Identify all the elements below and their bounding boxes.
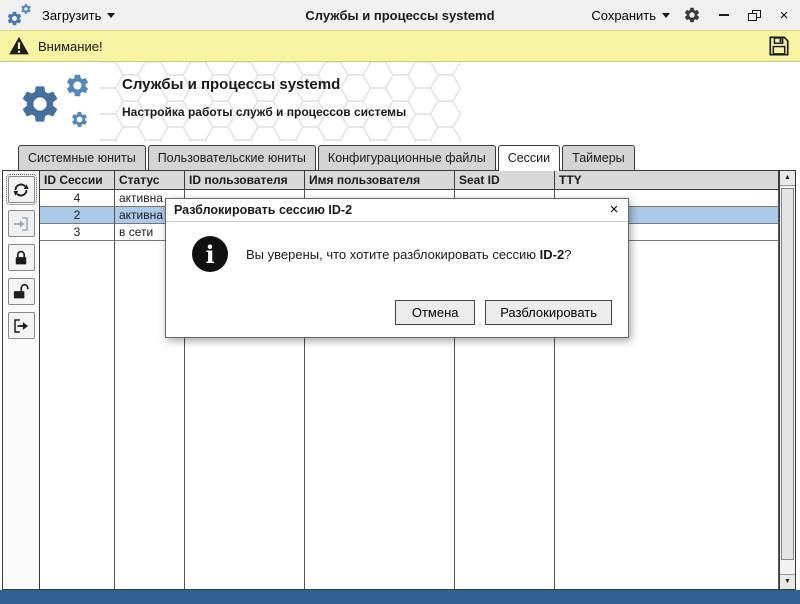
scrollbar-thumb[interactable] bbox=[781, 188, 794, 560]
warning-text: Внимание! bbox=[38, 39, 103, 54]
scroll-up-button[interactable]: ▲ bbox=[780, 171, 795, 186]
close-button[interactable]: × bbox=[774, 4, 794, 26]
minimize-icon bbox=[719, 14, 729, 16]
dialog-title: Разблокировать сессию ID-2 bbox=[174, 203, 604, 217]
floppy-disk-icon bbox=[768, 35, 790, 57]
column-header-user-id[interactable]: ID пользователя bbox=[185, 171, 305, 190]
lock-icon bbox=[12, 249, 30, 267]
column-header-seat-id[interactable]: Seat ID bbox=[455, 171, 555, 190]
unlock-icon bbox=[12, 283, 30, 301]
warning-banner: Внимание! bbox=[0, 30, 800, 62]
close-icon: × bbox=[780, 7, 789, 24]
terminate-session-button[interactable] bbox=[8, 312, 35, 339]
cell-session-id: 3 bbox=[40, 224, 115, 241]
footer-status-bar bbox=[0, 590, 800, 604]
save-menu-label: Сохранить bbox=[591, 8, 656, 23]
load-menu-label: Загрузить bbox=[42, 8, 101, 23]
save-menu-button[interactable]: Сохранить bbox=[591, 8, 670, 23]
chevron-down-icon bbox=[107, 13, 115, 18]
dialog-message: Вы уверены, что хотите разблокировать се… bbox=[246, 247, 571, 262]
unlock-button[interactable]: Разблокировать bbox=[485, 300, 612, 325]
save-file-button[interactable] bbox=[766, 33, 792, 59]
dialog-body: i Вы уверены, что хотите разблокировать … bbox=[166, 222, 628, 272]
vertical-scrollbar[interactable]: ▲ ▼ bbox=[779, 171, 795, 589]
titlebar-right: Сохранить × bbox=[591, 3, 794, 27]
chevron-down-icon bbox=[662, 13, 670, 18]
page-title: Службы и процессы systemd bbox=[122, 76, 406, 93]
close-icon: × bbox=[610, 201, 619, 218]
dialog-buttons: Отмена Разблокировать bbox=[166, 300, 628, 325]
tab-system-units[interactable]: Системные юниты bbox=[18, 145, 146, 170]
column-header-status[interactable]: Статус bbox=[115, 171, 185, 190]
dialog-titlebar: Разблокировать сессию ID-2 × bbox=[166, 199, 628, 222]
page-subtitle: Настройка работы служб и процессов систе… bbox=[122, 105, 406, 119]
settings-gear-icon[interactable] bbox=[680, 3, 704, 27]
app-logo-large-icon bbox=[16, 70, 108, 134]
info-icon: i bbox=[192, 236, 228, 272]
load-menu-button[interactable]: Загрузить bbox=[42, 8, 115, 23]
dialog-close-button[interactable]: × bbox=[604, 200, 624, 220]
side-toolbar bbox=[3, 171, 40, 589]
logout-arrow-icon bbox=[12, 317, 30, 335]
column-header-tty[interactable]: TTY bbox=[555, 171, 779, 190]
header-text: Службы и процессы systemd Настройка рабо… bbox=[122, 76, 406, 119]
tab-sessions[interactable]: Сессии bbox=[498, 145, 560, 171]
maximize-icon bbox=[748, 10, 761, 21]
minimize-button[interactable] bbox=[714, 4, 734, 26]
refresh-icon bbox=[12, 181, 30, 199]
unlock-session-button[interactable] bbox=[8, 278, 35, 305]
tab-timers[interactable]: Таймеры bbox=[562, 145, 635, 170]
attach-session-button[interactable] bbox=[8, 210, 35, 237]
titlebar: Загрузить Службы и процессы systemd Сохр… bbox=[0, 0, 800, 30]
app-header: Службы и процессы systemd Настройка рабо… bbox=[0, 62, 800, 142]
scroll-down-button[interactable]: ▼ bbox=[780, 574, 795, 589]
tab-bar: Системные юниты Пользовательские юниты К… bbox=[0, 143, 800, 170]
lock-session-button[interactable] bbox=[8, 244, 35, 271]
cell-session-id: 4 bbox=[40, 190, 115, 207]
tab-user-units[interactable]: Пользовательские юниты bbox=[148, 145, 316, 170]
tab-config-files[interactable]: Конфигурационные файлы bbox=[318, 145, 496, 170]
titlebar-left: Загрузить bbox=[6, 3, 115, 27]
column-header-session-id[interactable]: ID Сессии bbox=[40, 171, 115, 190]
maximize-button[interactable] bbox=[744, 4, 764, 26]
app-logo-icon bbox=[6, 3, 32, 27]
warning-icon bbox=[8, 35, 30, 57]
cell-session-id: 2 bbox=[40, 207, 115, 224]
cancel-button[interactable]: Отмена bbox=[395, 300, 475, 325]
refresh-button[interactable] bbox=[8, 176, 35, 203]
login-arrow-icon bbox=[12, 215, 30, 233]
unlock-session-dialog: Разблокировать сессию ID-2 × i Вы уверен… bbox=[165, 198, 629, 338]
column-header-username[interactable]: Имя пользователя bbox=[305, 171, 455, 190]
table-header-row: ID Сессии Статус ID пользователя Имя пол… bbox=[40, 171, 779, 190]
